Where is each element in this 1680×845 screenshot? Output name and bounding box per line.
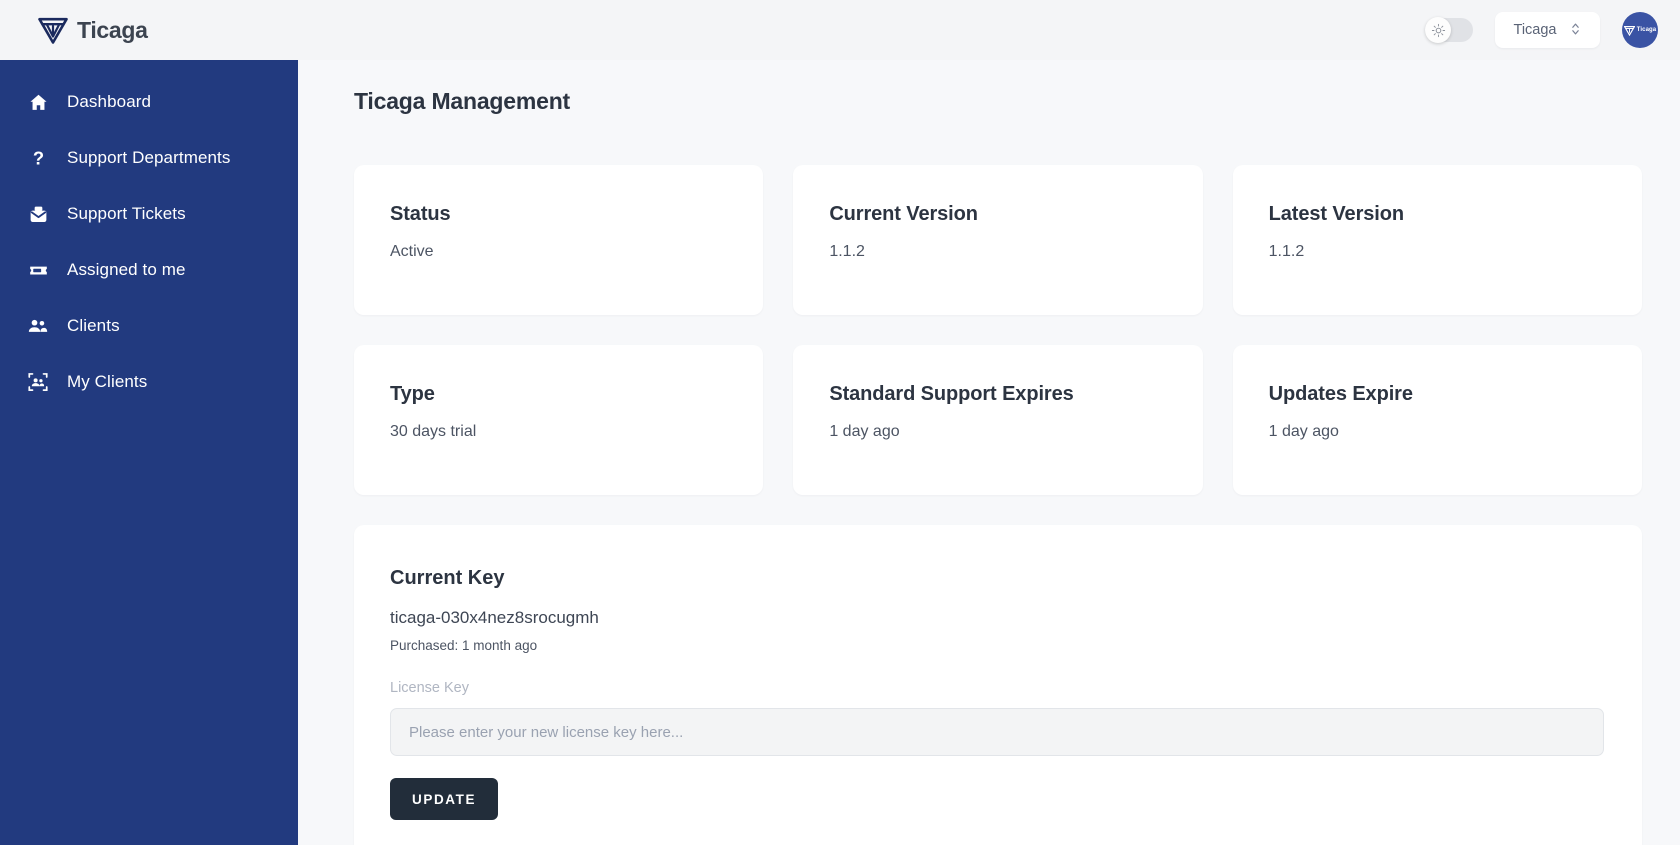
top-bar-actions: Ticaga Ticaga bbox=[1425, 12, 1658, 48]
sidebar-item-label: Clients bbox=[67, 316, 120, 335]
current-key-card: Current Key ticaga-030x4nez8srocugmh Pur… bbox=[354, 525, 1642, 845]
stat-card-value: 1 day ago bbox=[1268, 423, 1339, 440]
stat-card-value: Active bbox=[390, 243, 434, 260]
sidebar-item-label: Assigned to me bbox=[67, 260, 186, 279]
stat-card-latest-version: Latest Version 1.1.2 bbox=[1232, 165, 1642, 315]
sidebar-item-dashboard[interactable]: Dashboard bbox=[0, 82, 298, 122]
sidebar-item-label: My Clients bbox=[67, 372, 148, 391]
current-key-title: Current Key bbox=[390, 567, 505, 589]
sidebar-item-my-clients[interactable]: My Clients bbox=[0, 362, 298, 402]
update-button[interactable]: UPDATE bbox=[390, 778, 499, 820]
stat-card-label: Standard Support Expires bbox=[829, 383, 1074, 405]
home-icon bbox=[26, 90, 50, 114]
sidebar-item-support-tickets[interactable]: Support Tickets bbox=[0, 194, 298, 234]
stat-card-value: 1 day ago bbox=[829, 423, 900, 440]
organization-select-value: Ticaga bbox=[1513, 22, 1557, 38]
sidebar-item-assigned-to-me[interactable]: Assigned to me bbox=[0, 250, 298, 290]
theme-toggle-switch[interactable] bbox=[1425, 17, 1473, 43]
ticaga-triangle-logo-icon bbox=[38, 16, 68, 44]
sidebar: Dashboard ? Support Departments Support … bbox=[0, 60, 298, 845]
stat-card-current-version: Current Version 1.1.2 bbox=[793, 165, 1203, 315]
svg-text:?: ? bbox=[32, 148, 43, 169]
page-title: Ticaga Management bbox=[354, 88, 571, 114]
sidebar-item-label: Dashboard bbox=[67, 92, 152, 111]
stat-card-value: 1.1.2 bbox=[1268, 243, 1305, 260]
sidebar-item-label: Support Departments bbox=[67, 148, 231, 167]
license-key-label: License Key bbox=[390, 680, 469, 696]
people-group-icon bbox=[26, 314, 50, 338]
inbox-icon bbox=[26, 202, 50, 226]
main-content: Ticaga Management Status Active Current … bbox=[298, 60, 1680, 845]
stat-card-grid: Status Active Current Version 1.1.2 Late… bbox=[354, 165, 1642, 495]
license-key-input[interactable] bbox=[390, 708, 1604, 756]
stat-card-label: Status bbox=[390, 203, 451, 225]
stat-card-value: 1.1.2 bbox=[829, 243, 865, 260]
stat-card-standard-support-expires: Standard Support Expires 1 day ago bbox=[793, 345, 1203, 495]
app-root: Ticaga Ticaga Ticaga Dashboard ? Support… bbox=[0, 0, 1680, 845]
avatar-label: Ticaga bbox=[1636, 27, 1657, 33]
body: Dashboard ? Support Departments Support … bbox=[0, 60, 1680, 845]
stat-card-type: Type 30 days trial bbox=[354, 345, 764, 495]
sun-icon bbox=[1425, 17, 1451, 43]
stat-card-label: Updates Expire bbox=[1268, 383, 1413, 405]
stat-card-updates-expire: Updates Expire 1 day ago bbox=[1232, 345, 1642, 495]
sidebar-item-label: Support Tickets bbox=[67, 204, 186, 223]
ticaga-triangle-logo-icon bbox=[1623, 25, 1635, 36]
current-key-purchased: Purchased: 1 month ago bbox=[390, 638, 538, 653]
current-key-value: ticaga-030x4nez8srocugmh bbox=[390, 608, 599, 627]
organization-select[interactable]: Ticaga bbox=[1495, 12, 1600, 48]
stat-card-label: Type bbox=[390, 383, 435, 405]
chevron-up-down-icon bbox=[1570, 21, 1581, 40]
brand[interactable]: Ticaga bbox=[38, 16, 148, 44]
stat-card-label: Current Version bbox=[829, 203, 978, 225]
stat-card-value: 30 days trial bbox=[390, 423, 477, 440]
ticket-icon bbox=[26, 258, 50, 282]
sidebar-item-support-departments[interactable]: ? Support Departments bbox=[0, 138, 298, 178]
avatar[interactable]: Ticaga bbox=[1622, 12, 1658, 48]
question-mark-icon: ? bbox=[26, 146, 50, 170]
top-bar: Ticaga Ticaga Ticaga bbox=[0, 0, 1680, 60]
sidebar-item-clients[interactable]: Clients bbox=[0, 306, 298, 346]
people-framed-icon bbox=[26, 370, 50, 394]
stat-card-status: Status Active bbox=[354, 165, 764, 315]
stat-card-label: Latest Version bbox=[1268, 203, 1404, 225]
brand-name: Ticaga bbox=[77, 16, 148, 43]
